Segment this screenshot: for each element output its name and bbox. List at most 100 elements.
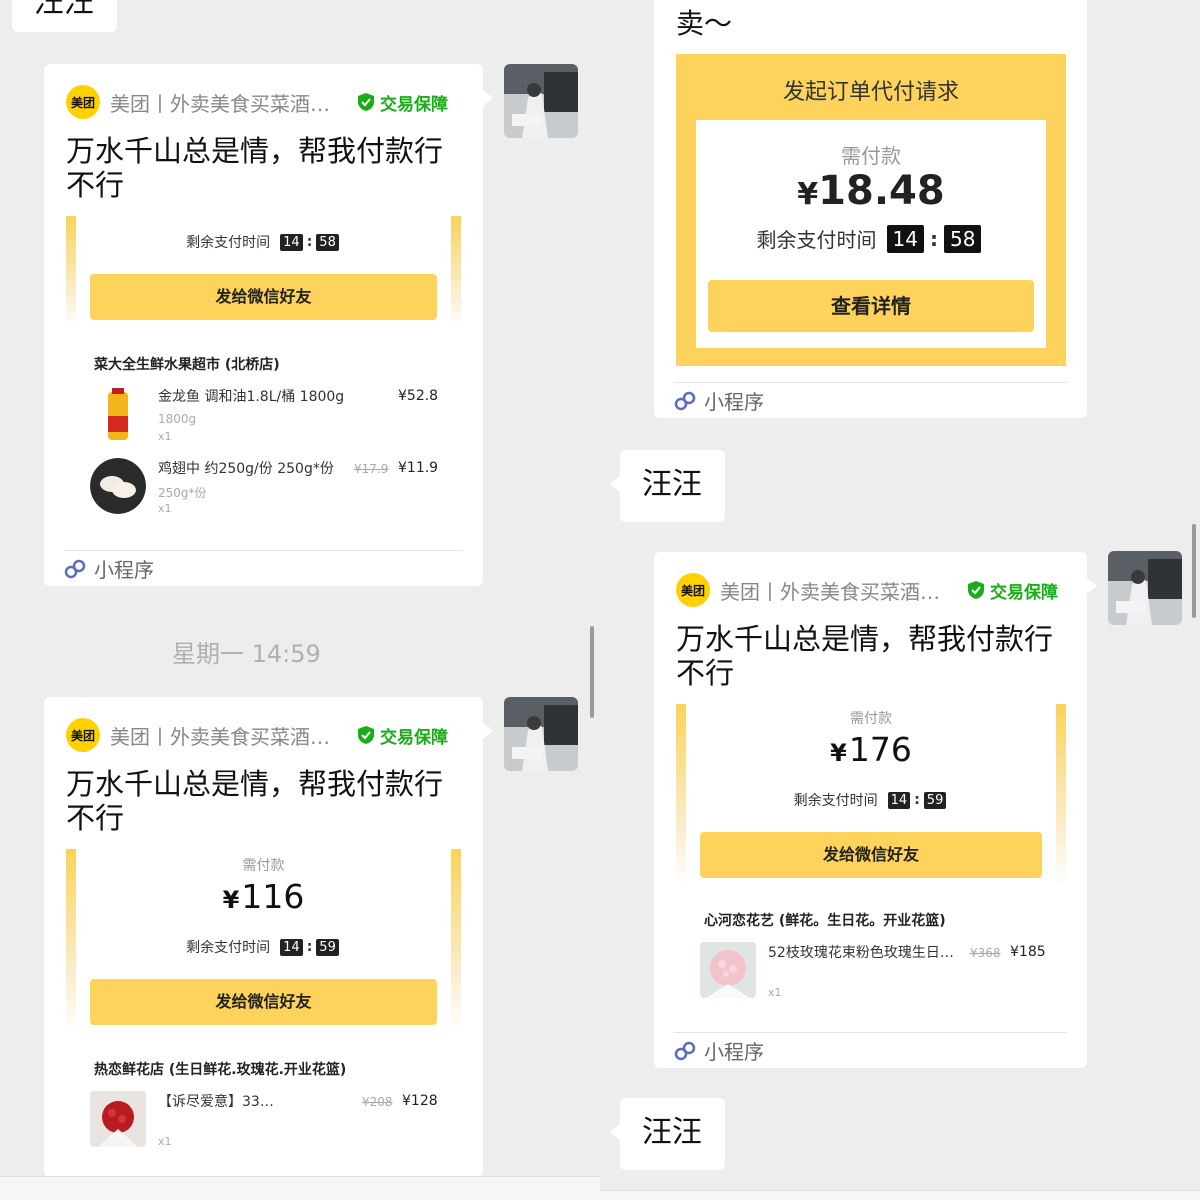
mini-program-footer: 小程序	[64, 550, 463, 586]
timer-colon: :	[914, 792, 920, 808]
request-panel: 需付款 ¥18.48 剩余支付时间 14 : 58 查看详情	[696, 120, 1046, 348]
mini-program-card-order-2[interactable]: 美团 美团丨外卖美食买菜酒… 交易保障 万水千山总是情，帮我付款行 不行 需付款…	[44, 697, 493, 1177]
item-price: ¥185	[1010, 944, 1046, 960]
card-title-line1: 万水千山总是情，帮我付款行	[66, 134, 444, 168]
bubble-tail	[1087, 578, 1097, 594]
bubble-tail	[483, 723, 493, 739]
mini-program-card-order-3[interactable]: 美团 美团丨外卖美食买菜酒… 交易保障 万水千山总是情，帮我付款行 不行 需付款…	[654, 552, 1097, 1068]
avatar[interactable]	[504, 697, 578, 771]
chat-pane-left: 汪汪 美团 美团丨外卖美食买菜酒… 交易保障 万水千山总是情，帮我付款行 不行	[0, 0, 600, 1200]
timer-colon: :	[306, 939, 313, 955]
timer-seconds: 59	[316, 938, 339, 956]
order-item: 52枝玫瑰花束粉色玫瑰生日… x1 ¥368 ¥185	[700, 942, 1050, 1002]
scrollbar[interactable]	[590, 626, 594, 718]
currency-symbol: ¥	[830, 739, 847, 767]
timer-minutes: 14	[280, 233, 303, 251]
countdown-timer: 剩余支付时间 14 : 58	[696, 224, 1046, 253]
bubble-tail	[483, 90, 493, 106]
mini-program-label: 小程序	[704, 1040, 764, 1064]
shield-check-icon	[358, 93, 374, 111]
amount-due: ¥18.48	[696, 168, 1046, 214]
shop-name: 菜大全生鲜水果超市 (北桥店)	[94, 357, 280, 373]
avatar-photo-icon	[504, 64, 578, 138]
avatar[interactable]	[1108, 551, 1182, 625]
send-to-wechat-friend-button[interactable]: 发给微信好友	[90, 979, 437, 1025]
timer-seconds: 59	[923, 791, 947, 809]
guarantee-label: 交易保障	[990, 582, 1058, 603]
product-image-pink-roses	[700, 942, 756, 998]
bubble-tail	[610, 476, 620, 492]
bottom-bar	[600, 1190, 1200, 1200]
amount-due-label: 需付款	[841, 144, 901, 168]
message-text: 汪汪	[34, 0, 94, 20]
message-bubble[interactable]: 汪汪	[610, 1098, 725, 1170]
item-name: 金龙鱼 调和油1.8L/桶 1800g	[158, 389, 345, 405]
timer-label: 剩余支付时间	[756, 228, 877, 252]
timer-minutes: 14	[886, 224, 924, 253]
payment-request-card[interactable]: 卖～ 发起订单代付请求 需付款 ¥18.48 剩余支付时间 14 : 58 查看…	[654, 0, 1087, 418]
card-header: 美团 美团丨外卖美食买菜酒… 交易保障	[66, 718, 466, 752]
mini-program-icon	[64, 559, 86, 578]
shop-name: 心河恋花艺 (鲜花。生日花。开业花篮)	[704, 913, 946, 929]
currency-symbol: ¥	[222, 886, 240, 914]
item-original-price: ¥368	[970, 946, 1001, 960]
chat-pane-right: 卖～ 发起订单代付请求 需付款 ¥18.48 剩余支付时间 14 : 58 查看…	[600, 0, 1200, 1200]
item-price: ¥52.8	[398, 388, 439, 404]
amount-due: ¥176	[676, 730, 1066, 769]
timer-minutes: 14	[280, 938, 303, 956]
message-text: 汪汪	[642, 467, 702, 502]
product-image-oil	[90, 386, 146, 442]
send-to-wechat-friend-button[interactable]: 发给微信好友	[700, 832, 1042, 878]
trade-guarantee-badge: 交易保障	[358, 723, 448, 748]
avatar[interactable]	[504, 64, 578, 138]
bottom-bar	[0, 1176, 600, 1200]
scrollbar[interactable]	[1192, 524, 1196, 618]
amount-value: 116	[241, 877, 305, 916]
timer-label: 剩余支付时间	[186, 235, 271, 251]
card-title: 万水千山总是情，帮我付款行 不行	[676, 622, 1053, 690]
send-to-wechat-friend-button[interactable]: 发给微信好友	[90, 274, 437, 320]
shop-name: 热恋鲜花店 (生日鲜花.玫瑰花.开业花篮)	[94, 1062, 347, 1078]
meituan-logo-icon: 美团	[66, 718, 100, 752]
mini-program-label: 小程序	[94, 558, 154, 582]
item-price: ¥128	[402, 1093, 438, 1109]
payment-area: 需付款 ¥116 剩余支付时间 14 : 59 发给微信好友	[66, 849, 461, 1033]
request-band: 发起订单代付请求 需付款 ¥18.48 剩余支付时间 14 : 58 查看详情	[676, 54, 1066, 366]
message-text-partial: 卖～	[676, 7, 733, 40]
app-name: 美团丨外卖美食买菜酒…	[110, 91, 330, 116]
message-bubble-top[interactable]: 汪汪	[12, 0, 117, 32]
mini-program-footer: 小程序	[674, 382, 1067, 418]
mini-program-footer: 小程序	[674, 1032, 1067, 1068]
order-item: 【诉尽爱意】33支红玫瑰花束… x1 ¥208 ¥128	[90, 1091, 440, 1151]
item-qty: x1	[158, 430, 172, 443]
card-title: 万水千山总是情，帮我付款行 不行	[66, 767, 443, 835]
item-name: 52枝玫瑰花束粉色玫瑰生日…	[768, 945, 954, 961]
timer-colon: :	[306, 234, 313, 250]
item-spec: 250g*份	[158, 486, 207, 500]
avatar-photo-icon	[1108, 551, 1182, 625]
payment-area: 需付款 ¥176 剩余支付时间 14 : 59 发给微信好友	[676, 704, 1066, 886]
payment-area: 剩余支付时间 14 : 58 发给微信好友	[66, 216, 461, 328]
bubble-tail	[610, 1124, 620, 1140]
mini-program-card-order-1[interactable]: 美团 美团丨外卖美食买菜酒… 交易保障 万水千山总是情，帮我付款行 不行 剩余支…	[44, 64, 493, 586]
countdown-timer: 剩余支付时间 14 : 59	[676, 790, 1066, 810]
item-price: ¥11.9	[398, 460, 439, 476]
avatar-photo-icon	[504, 697, 578, 771]
meituan-logo-icon: 美团	[676, 573, 710, 607]
card-title-line1: 万水千山总是情，帮我付款行	[676, 622, 1054, 656]
currency-symbol: ¥	[797, 177, 819, 212]
timer-minutes: 14	[887, 791, 911, 809]
order-item: 鸡翅中 约250g/份 250g*份 250g*份 x1 ¥17.9 ¥11.9	[90, 458, 440, 518]
item-name: 鸡翅中 约250g/份 250g*份	[158, 461, 334, 477]
product-image-red-roses	[90, 1091, 146, 1147]
chat-timestamp: 星期一 14:59	[172, 640, 321, 668]
item-qty: x1	[158, 1135, 172, 1148]
message-text: 汪汪	[642, 1115, 702, 1150]
view-details-button[interactable]: 查看详情	[708, 280, 1034, 332]
timer-label: 剩余支付时间	[186, 940, 271, 956]
app-name: 美团丨外卖美食买菜酒…	[110, 724, 330, 749]
product-image-chicken-wings	[90, 458, 146, 514]
timer-seconds: 58	[316, 233, 339, 251]
message-bubble[interactable]: 汪汪	[610, 450, 725, 522]
order-item: 金龙鱼 调和油1.8L/桶 1800g 1800g x1 ¥52.8	[90, 386, 440, 446]
